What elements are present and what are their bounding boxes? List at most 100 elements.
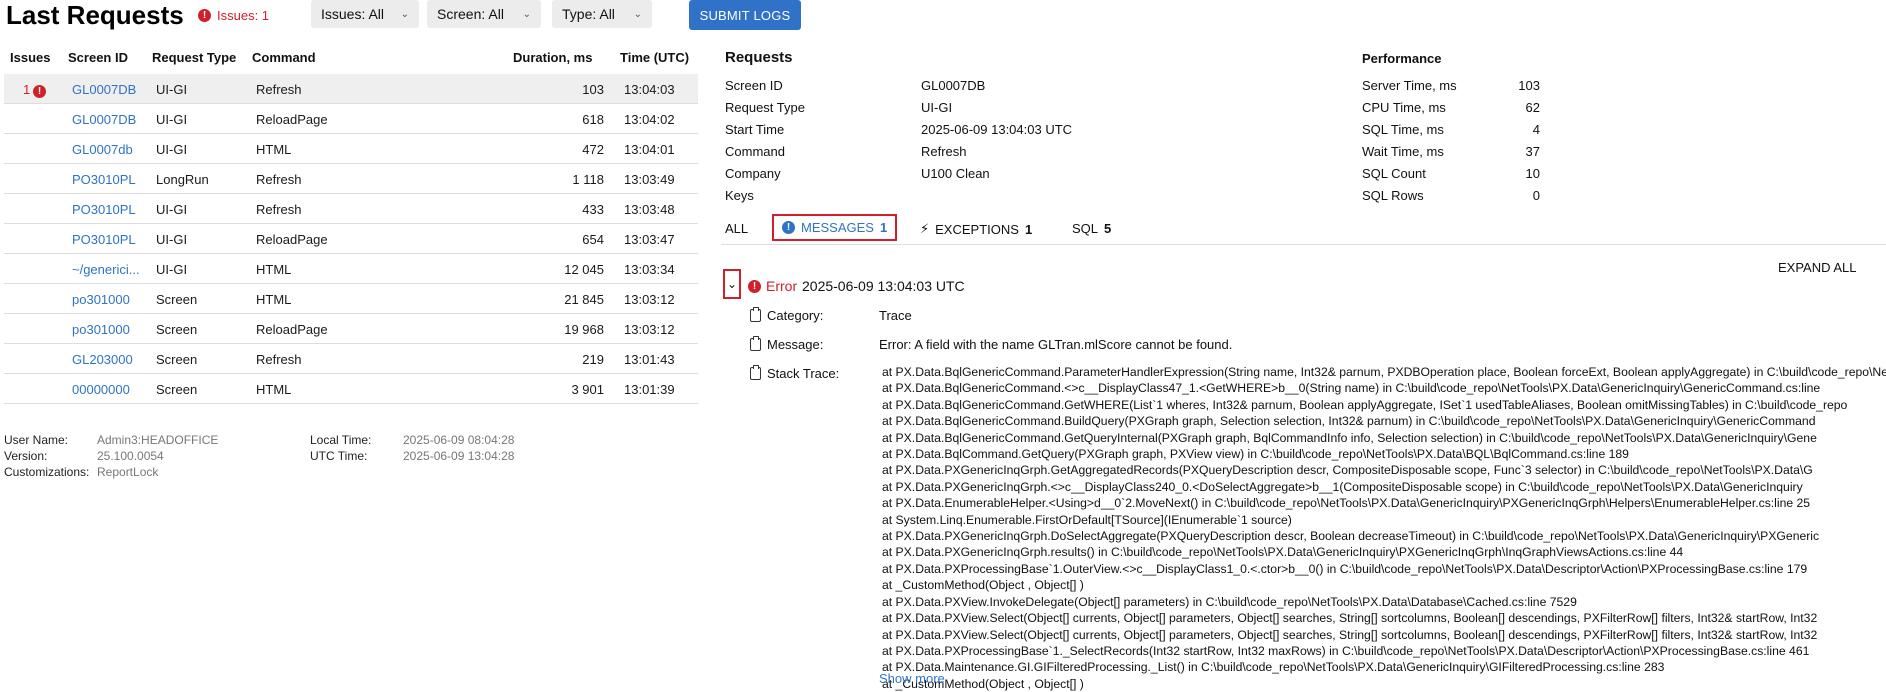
col-header-command[interactable]: Command xyxy=(252,50,316,65)
command: Refresh xyxy=(256,172,302,187)
tab-messages-label: MESSAGES xyxy=(801,220,874,235)
time: 13:04:01 xyxy=(624,142,675,157)
table-row[interactable]: 1! GL0007DB UI-GI Refresh 103 13:04:03 xyxy=(4,74,698,104)
screen-id-link[interactable]: GL0007DB xyxy=(921,78,985,93)
request-field-value: U100 Clean xyxy=(921,166,990,181)
clipboard-icon[interactable] xyxy=(750,336,761,351)
chevron-down-icon: ⌄ xyxy=(633,8,642,20)
col-header-request-type[interactable]: Request Type xyxy=(152,50,236,65)
col-header-duration[interactable]: Duration, ms xyxy=(513,50,592,65)
error-icon: ! xyxy=(198,9,211,22)
screen-id-link[interactable]: 00000000 xyxy=(72,382,130,397)
tabs-divider xyxy=(721,244,1886,245)
table-row[interactable]: PO3010PL UI-GI ReloadPage 654 13:03:47 xyxy=(4,224,698,254)
request-field-value: 2025-06-09 13:04:03 UTC xyxy=(921,122,1073,137)
screen-id-link[interactable]: PO3010PL xyxy=(72,202,136,217)
request-field-label: Company xyxy=(725,166,781,181)
performance-field-value: 37 xyxy=(1525,144,1540,159)
show-more-link[interactable]: Show more xyxy=(879,671,945,686)
clipboard-icon[interactable] xyxy=(750,307,761,322)
tab-sql-label: SQL xyxy=(1072,221,1099,236)
table-row[interactable]: GL203000 Screen Refresh 219 13:01:43 xyxy=(4,344,698,374)
stack-trace-label: Stack Trace: xyxy=(767,366,840,381)
tab-messages[interactable]: ! MESSAGES 1 xyxy=(772,214,898,241)
screen-id-link[interactable]: GL203000 xyxy=(72,352,133,367)
duration: 1 118 xyxy=(572,172,604,187)
table-row[interactable]: PO3010PL UI-GI Refresh 433 13:03:48 xyxy=(4,194,698,224)
performance-title: Performance xyxy=(1362,51,1442,66)
duration: 654 xyxy=(582,232,604,247)
category-label: Category: xyxy=(767,308,824,323)
screen-id-link[interactable]: GL0007db xyxy=(72,142,133,157)
screen-id-link[interactable]: PO3010PL xyxy=(72,172,136,187)
stack-trace-line: at PX.Data.BqlGenericCommand.BuildQuery(… xyxy=(882,414,1816,429)
stack-trace-line: at PX.Data.PXGenericInqGrph.DoSelectAggr… xyxy=(882,529,1820,544)
stack-trace-line: at PX.Data.BqlCommand.GetQuery(PXGraph g… xyxy=(882,447,1629,462)
performance-field-label: Wait Time, ms xyxy=(1362,144,1444,159)
error-icon: ! xyxy=(748,279,761,293)
table-row[interactable]: GL0007DB UI-GI ReloadPage 618 13:04:02 xyxy=(4,104,698,134)
screen-id-link[interactable]: PO3010PL xyxy=(72,232,136,247)
stack-trace-line: at _CustomMethod(Object , Object[] ) xyxy=(882,676,1084,691)
type-filter[interactable]: Type: All ⌄ xyxy=(552,0,652,28)
issues-filter[interactable]: Issues: All ⌄ xyxy=(311,0,419,28)
customizations-value: ReportLock xyxy=(97,465,159,479)
command: Refresh xyxy=(256,352,302,367)
user-name-value: Admin3:HEADOFFICE xyxy=(97,433,219,447)
table-row[interactable]: GL0007db UI-GI HTML 472 13:04:01 xyxy=(4,134,698,164)
request-type: Screen xyxy=(156,382,198,397)
stack-trace-line: at PX.Data.BqlGenericCommand.GetQueryInt… xyxy=(882,430,1817,445)
stack-trace-line: at System.Linq.Enumerable.FirstOrDefault… xyxy=(882,512,1292,527)
collapse-toggle-button[interactable]: ⌄ xyxy=(723,269,741,299)
chevron-down-icon: ⌄ xyxy=(400,8,409,20)
table-row[interactable]: po301000 Screen ReloadPage 19 968 13:03:12 xyxy=(4,314,698,344)
table-row[interactable]: PO3010PL LongRun Refresh 1 118 13:03:49 xyxy=(4,164,698,194)
performance-field-label: CPU Time, ms xyxy=(1362,100,1446,115)
screen-filter[interactable]: Screen: All ⌄ xyxy=(427,0,541,28)
col-header-screen-id[interactable]: Screen ID xyxy=(68,50,128,65)
table-row[interactable]: ~/generici... UI-GI HTML 12 045 13:03:34 xyxy=(4,254,698,284)
screen-id-link[interactable]: po301000 xyxy=(72,292,130,307)
screen-id-link[interactable]: GL0007DB xyxy=(72,82,136,97)
col-header-issues[interactable]: Issues xyxy=(10,50,50,65)
message-label: Message: xyxy=(767,337,824,352)
performance-field-value: 62 xyxy=(1525,100,1540,115)
stack-trace-line: at PX.Data.PXGenericInqGrph.GetAggregate… xyxy=(882,463,1813,478)
request-type: Screen xyxy=(156,292,198,307)
duration: 19 968 xyxy=(564,322,604,337)
tab-sql-count: 5 xyxy=(1104,221,1112,236)
stack-trace-line: at PX.Data.PXProcessingBase`1.OuterView.… xyxy=(882,561,1808,576)
error-icon: ! xyxy=(33,82,46,98)
screen-id-link[interactable]: po301000 xyxy=(72,322,130,337)
col-header-time[interactable]: Time (UTC) xyxy=(620,50,689,65)
table-row[interactable]: 00000000 Screen HTML 3 901 13:01:39 xyxy=(4,374,698,404)
screen-id-link[interactable]: GL0007DB xyxy=(72,112,136,127)
command: HTML xyxy=(256,142,292,157)
tab-sql[interactable]: SQL 5 xyxy=(1072,221,1111,236)
time: 13:03:34 xyxy=(624,262,675,277)
command: Refresh xyxy=(256,82,302,97)
issues-indicator[interactable]: ! Issues: 1 xyxy=(198,8,269,23)
issues-label: Issues: 1 xyxy=(217,8,270,23)
message-value: Error: A field with the name GLTran.mlSc… xyxy=(879,337,1233,352)
expand-all-button[interactable]: EXPAND ALL xyxy=(1778,260,1857,275)
tab-exceptions-count: 1 xyxy=(1024,221,1033,237)
category-value: Trace xyxy=(879,308,912,323)
table-row[interactable]: po301000 Screen HTML 21 845 13:03:12 xyxy=(4,284,698,314)
info-icon: ! xyxy=(782,221,795,234)
screen-id-link[interactable]: ~/generici... xyxy=(72,262,140,277)
category-label-wrap: Category: xyxy=(750,307,824,323)
request-type: UI-GI xyxy=(156,262,188,277)
tab-all[interactable]: ALL xyxy=(725,221,748,236)
request-type: Screen xyxy=(156,322,198,337)
stack-trace-line: at PX.Data.BqlGenericCommand.GetWHERE(Li… xyxy=(882,397,1848,412)
request-field-label: Command xyxy=(725,144,785,159)
stack-label-wrap: Stack Trace: xyxy=(750,365,840,381)
submit-logs-button[interactable]: SUBMIT LOGS xyxy=(689,0,801,30)
performance-field-label: SQL Rows xyxy=(1362,188,1424,203)
tab-exceptions[interactable]: ⚡︎ EXCEPTIONS 1 xyxy=(920,221,1032,237)
time: 13:03:49 xyxy=(624,172,675,187)
error-time: 2025-06-09 13:04:03 UTC xyxy=(802,278,965,294)
performance-field-label: Server Time, ms xyxy=(1362,78,1457,93)
clipboard-icon[interactable] xyxy=(750,365,761,380)
